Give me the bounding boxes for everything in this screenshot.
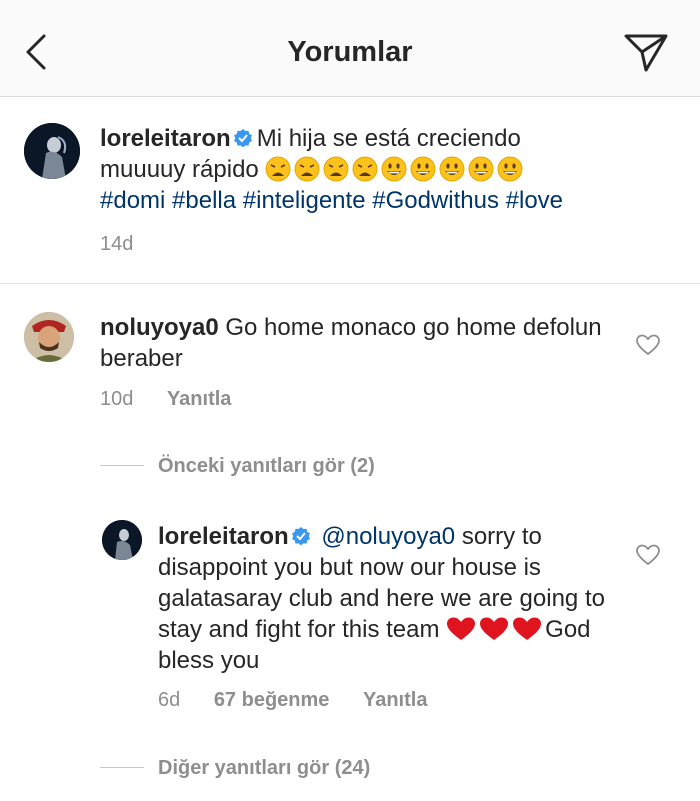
hashtag-link[interactable]: #Godwithus [372, 187, 499, 214]
caption-section: loreleitaron Mi hija se está creciendo mu… [0, 97, 700, 284]
avatar[interactable] [24, 123, 80, 179]
mention-link[interactable]: @noluyoya0 [321, 523, 455, 550]
reply-avatar[interactable] [102, 520, 142, 560]
hashtag-row: #domi #bella #inteligente #Godwithus #lo… [100, 187, 563, 214]
hashtag-link[interactable]: #domi [100, 187, 165, 214]
weary-face-emoji-icon [294, 156, 320, 182]
red-heart-emoji-icon [480, 617, 509, 640]
view-more-replies[interactable]: Diğer yanıtları gör (24) [100, 757, 370, 780]
caption-text: loreleitaron Mi hija se está creciendo mu… [100, 123, 620, 216]
comment-text: noluyoya0 Go home monaco go home defolun… [100, 312, 620, 374]
hashtag-link[interactable]: #love [506, 187, 563, 214]
hearts-emoji-row [446, 616, 545, 643]
smiley-face-emoji-icon [497, 156, 523, 182]
header-bar: Yorumlar [0, 0, 700, 97]
comment-time: 10d [100, 388, 134, 410]
direct-message-icon[interactable] [622, 32, 670, 74]
verified-badge-icon [233, 129, 252, 148]
divider-line [100, 767, 144, 768]
reply-meta: 6d 67 beğenme Yanıtla [158, 689, 455, 712]
reply-button[interactable]: Yanıtla [167, 388, 231, 410]
weary-face-emoji-icon [265, 156, 291, 182]
caption-line1: Mi hija se está creciendo [256, 125, 521, 152]
weary-face-emoji-icon [352, 156, 378, 182]
divider-line [100, 465, 144, 466]
commenter-avatar[interactable] [24, 312, 74, 362]
view-previous-label: Önceki yanıtları gör (2) [158, 455, 375, 477]
reply-like-heart-icon[interactable] [636, 544, 660, 566]
hashtag-link[interactable]: #inteligente [243, 187, 366, 214]
reply-text: loreleitaron @noluyoya0 sorry to disappo… [158, 521, 618, 676]
red-heart-emoji-icon [447, 617, 476, 640]
hashtag-link[interactable]: #bella [172, 187, 236, 214]
comment-username[interactable]: noluyoya0 [100, 314, 219, 341]
like-heart-icon[interactable] [636, 334, 660, 356]
smiley-face-emoji-icon [410, 156, 436, 182]
caption-line2: muuuuy rápido [100, 156, 259, 183]
weary-face-emoji-icon [323, 156, 349, 182]
smiley-face-emoji-icon [468, 156, 494, 182]
smiley-face-emoji-icon [439, 156, 465, 182]
likes-count[interactable]: 67 beğenme [214, 689, 330, 711]
reply-reply-button[interactable]: Yanıtla [363, 689, 427, 711]
verified-badge-icon [291, 527, 310, 546]
caption-time: 14d [100, 233, 134, 255]
reply-username[interactable]: loreleitaron [158, 523, 289, 550]
caption-username[interactable]: loreleitaron [100, 125, 231, 152]
red-heart-emoji-icon [513, 617, 542, 640]
view-previous-replies[interactable]: Önceki yanıtları gör (2) [100, 455, 375, 478]
comment-meta: 10d Yanıtla [100, 388, 259, 411]
smiley-face-emoji-icon [381, 156, 407, 182]
view-more-label: Diğer yanıtları gör (24) [158, 757, 371, 779]
caption-meta: 14d [100, 233, 161, 256]
emoji-row [265, 156, 526, 183]
page-title: Yorumlar [287, 36, 413, 68]
reply-time: 6d [158, 689, 181, 711]
